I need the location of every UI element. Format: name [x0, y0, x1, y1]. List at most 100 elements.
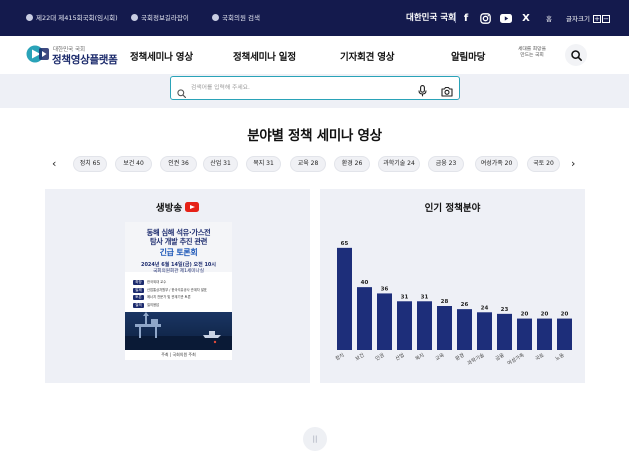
poster-program: 좌장 한국외대 교수 발제 산업통상자원부 / 한국석유공사 관계자 발표 토론 에너… — [133, 280, 225, 310]
search-input[interactable] — [191, 81, 381, 95]
chart-bar — [377, 293, 392, 350]
poster-row-text: 질의응답 — [147, 302, 160, 307]
chart-value-label: 40 — [361, 280, 369, 286]
category-chip[interactable]: 여성가족 20 — [475, 156, 518, 172]
facebook-icon[interactable]: f — [460, 12, 472, 24]
nav-notice[interactable]: 알림마당 — [451, 49, 485, 63]
search-band — [0, 74, 629, 108]
guide-dot-icon — [131, 13, 138, 21]
chart-value-label: 31 — [401, 294, 409, 300]
chart-category-label: 환경 — [454, 352, 465, 363]
live-broadcast-panel: 생방송 동해 심해 석유·가스전 탐사 개발 추진 관련 긴급 토론회 2024… — [45, 189, 310, 383]
font-plus-button[interactable]: + — [593, 15, 601, 23]
section-title: 분야별 정책 세미나 영상 — [247, 128, 382, 144]
member-dot-icon — [212, 13, 219, 21]
youtube-icon[interactable] — [500, 12, 512, 24]
chart-category-label: 교육 — [435, 352, 446, 362]
main-header: 대한민국 국회 정책영상플랫폼 정책세미나 영상 정책세미나 일정 기자회견 영… — [0, 36, 629, 74]
chart-category-label: 산업 — [394, 352, 405, 363]
chart-category-label: 여성가족 — [506, 351, 526, 366]
camera-search-icon[interactable] — [441, 82, 453, 101]
chart-value-label: 65 — [341, 241, 349, 247]
chart-value-label: 31 — [421, 294, 429, 300]
guide-link[interactable]: 국회정보길라잡이 — [131, 12, 189, 22]
home-link[interactable]: 홈 — [546, 13, 552, 23]
font-size-label: 글자크기 — [566, 15, 590, 23]
category-chip[interactable]: 과학기술 24 — [378, 156, 420, 172]
font-size-control: 글자크기 + − — [566, 13, 610, 23]
live-title: 생방송 — [45, 200, 310, 214]
assembly-session-label: 제22대 제415회국회(임시회) — [36, 14, 118, 22]
chart-value-label: 24 — [481, 305, 489, 311]
poster-row-text: 에너지 전문가 및 관계기관 토론 — [147, 295, 191, 299]
top-utility-bar: 제22대 제415회국회(임시회) 국회정보길라잡이 국회의원 검색 대한민국 … — [0, 0, 629, 36]
member-search-label: 국회의원 검색 — [222, 14, 260, 22]
carousel-pause-button[interactable]: || — [303, 427, 327, 451]
microphone-icon[interactable] — [418, 82, 427, 101]
category-chip[interactable]: 교육 28 — [290, 156, 326, 172]
poster-row-label: 질의 — [133, 302, 144, 308]
live-title-label: 생방송 — [155, 203, 183, 214]
category-prev-button[interactable]: ‹ — [52, 157, 56, 170]
category-chip[interactable]: 국토 20 — [527, 156, 560, 172]
chart-bar — [357, 287, 372, 350]
poster-row-text: 산업통상자원부 / 한국석유공사 관계자 발표 — [147, 287, 207, 292]
poster-row: 좌장 한국외대 교수 — [133, 280, 225, 285]
category-chip[interactable]: 정치 65 — [73, 156, 107, 172]
category-chip[interactable]: 인권 36 — [160, 156, 197, 172]
popular-fields-panel: 인기 정책분야 65 정치 40 보건 36 인권 31 산업 31 복지 28 교육 26 환경 24 과학… — [320, 189, 585, 383]
logo-title[interactable]: 정책영상플랫폼 — [52, 52, 118, 67]
chart-category-label: 복지 — [414, 352, 425, 363]
youtube-logo-icon — [185, 202, 200, 212]
chart-category-label: 국토 — [535, 352, 546, 362]
nav-press-video[interactable]: 기자회견 영상 — [340, 49, 395, 63]
poster-row-text: 한국외대 교수 — [147, 280, 167, 284]
instagram-icon[interactable] — [479, 12, 491, 24]
poster-event-type: 긴급 토론회 — [159, 248, 198, 257]
chart-bar — [497, 313, 512, 350]
poster-place: 국회의원회관 제1세미나실 — [153, 269, 204, 274]
poster-headline-line-1: 동해 심해 석유·가스전 — [146, 228, 211, 237]
nav-seminar-schedule[interactable]: 정책세미나 일정 — [233, 49, 296, 63]
search-icon — [570, 49, 582, 61]
chart-category-label: 과학기술 — [466, 351, 486, 366]
chart-bar — [517, 318, 532, 350]
category-next-button[interactable]: › — [571, 157, 575, 170]
platform-logo-icon[interactable] — [26, 44, 50, 64]
category-chip[interactable]: 환경 26 — [334, 156, 370, 172]
chart-bar — [337, 247, 352, 350]
category-chip[interactable]: 복지 31 — [246, 156, 281, 172]
chart-category-label: 인권 — [374, 351, 386, 362]
search-box — [170, 76, 460, 100]
chart-value-label: 20 — [561, 312, 569, 318]
poster-row: 토론 에너지 전문가 및 관계기관 토론 — [133, 295, 225, 300]
category-chip[interactable]: 금융 23 — [428, 156, 464, 172]
nav-seminar-video[interactable]: 정책세미나 영상 — [130, 49, 193, 63]
assembly-slogan: 세대를 희망을 만드는 국회 — [514, 47, 550, 59]
poster-date: 2024년 6월 14일(금) 오전 10시 — [140, 262, 217, 268]
chart-value-label: 20 — [521, 312, 529, 318]
poster-row: 질의 질의응답 — [133, 302, 225, 308]
chart-bar — [537, 318, 552, 350]
chart-value-label: 23 — [501, 307, 509, 313]
category-chip[interactable]: 보건 40 — [115, 156, 152, 172]
chart-value-label: 28 — [441, 299, 449, 305]
category-chip[interactable]: 산업 31 — [203, 156, 238, 172]
assembly-session-link[interactable]: 제22대 제415회국회(임시회) — [26, 12, 118, 22]
chart-bar — [437, 306, 452, 350]
topbar-divider — [455, 12, 456, 23]
font-minus-button[interactable]: − — [602, 15, 610, 23]
poster-row-label: 발제 — [133, 287, 144, 293]
poster-headline-line-2: 탐사 개발 추진 관련 — [149, 237, 208, 246]
search-icon — [177, 83, 186, 102]
header-search-button[interactable] — [565, 44, 587, 66]
assembly-home-link[interactable]: 대한민국 국회 — [406, 11, 456, 23]
live-poster[interactable]: 동해 심해 석유·가스전 탐사 개발 추진 관련 긴급 토론회 2024년 6월… — [125, 222, 232, 360]
popular-fields-chart: 65 정치 40 보건 36 인권 31 산업 31 복지 28 교육 26 환경 24 과학기술 23 금융 20… — [334, 241, 572, 367]
poster-headline: 동해 심해 석유·가스전 탐사 개발 추진 관련 — [125, 228, 232, 246]
member-search-link[interactable]: 국회의원 검색 — [212, 12, 260, 22]
poster-row-label: 좌장 — [133, 280, 144, 285]
slogan-line-2: 만드는 국회 — [520, 53, 544, 58]
x-icon[interactable]: X — [520, 12, 532, 24]
chart-value-label: 20 — [541, 312, 549, 318]
